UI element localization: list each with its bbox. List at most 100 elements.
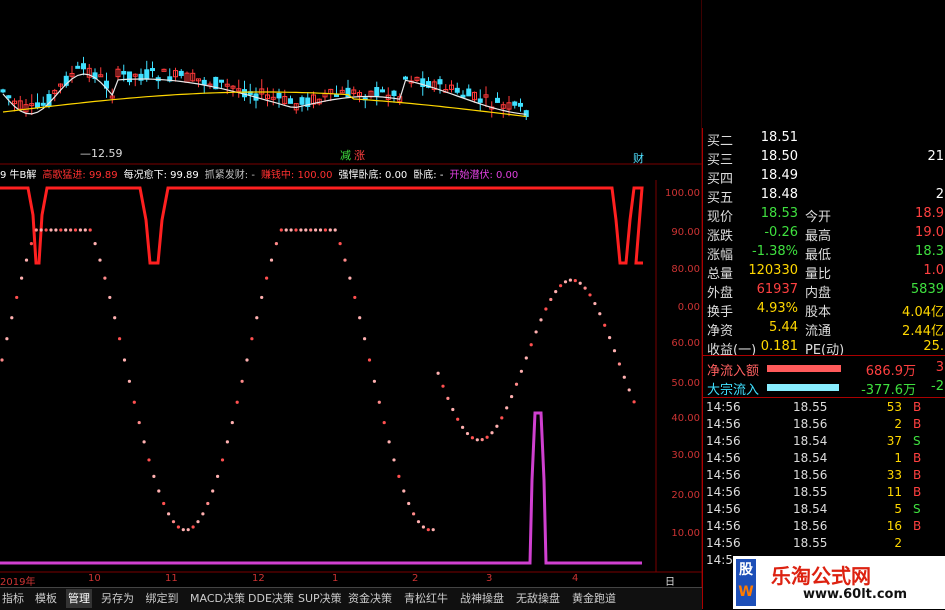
oscillator-dot bbox=[510, 394, 514, 399]
indicator-header: 9 牛B解 高歌猛进: 99.89 每况愈下: 99.89 抓紧发财: - 赚钱中: 1… bbox=[0, 166, 655, 181]
oscillator-dot bbox=[465, 431, 470, 436]
oscillator-dot bbox=[578, 281, 582, 285]
oscillator-dot bbox=[475, 438, 479, 442]
oscillator-dot bbox=[167, 512, 171, 516]
oscillator-dot bbox=[265, 276, 269, 280]
oscillator-dot bbox=[44, 228, 48, 232]
oscillator-dot bbox=[93, 242, 97, 246]
oscillator-dot bbox=[73, 228, 78, 232]
oscillator-dot bbox=[147, 458, 151, 462]
oscillator-dot bbox=[10, 316, 14, 320]
quote-value: 18.53 bbox=[760, 206, 798, 221]
oscillator-dot bbox=[451, 407, 455, 412]
oscillator-dot bbox=[269, 258, 274, 262]
low-price-label: —12.59 bbox=[80, 147, 123, 160]
date-label: 2019年 bbox=[0, 577, 36, 588]
candle-body bbox=[403, 76, 408, 80]
tab-2[interactable]: 模板 bbox=[33, 589, 59, 608]
tab-3[interactable]: 管理 bbox=[66, 589, 92, 608]
axis-tick-label: 100.00 bbox=[665, 188, 700, 199]
watermark-logo: 股W bbox=[736, 559, 756, 606]
quote-value-2: 19.0 bbox=[915, 225, 944, 240]
tick-price: 18.55 bbox=[793, 400, 828, 414]
oscillator-dot bbox=[157, 489, 161, 493]
tab-1[interactable]: 指标 bbox=[0, 589, 26, 608]
tick-time: 14:56 bbox=[706, 468, 741, 482]
tab-11[interactable]: 战神操盘 bbox=[458, 589, 506, 608]
quote-value: 5.44 bbox=[769, 320, 798, 335]
indicator-item: 卧底: - bbox=[413, 170, 444, 181]
oscillator-dot bbox=[88, 228, 92, 232]
tab-10[interactable]: 青松红牛 bbox=[402, 589, 450, 608]
quote-value: -1.38% bbox=[752, 244, 798, 259]
oscillator-dot bbox=[162, 501, 166, 506]
oscillator-dot bbox=[490, 431, 494, 435]
oscillator-dot bbox=[181, 528, 185, 532]
quote-label: 涨跌 bbox=[707, 229, 734, 244]
oscillator-dot bbox=[225, 440, 229, 444]
quote-value-2: 2.44亿 bbox=[902, 324, 944, 339]
tick-row: 14:56 18.56 16 B bbox=[703, 519, 945, 536]
quote-label-2: 今开 bbox=[805, 210, 832, 225]
date-label: 10 bbox=[88, 573, 101, 584]
tick-time: 14:5 bbox=[706, 553, 733, 567]
tick-price: 18.54 bbox=[793, 451, 828, 465]
oscillator-dot bbox=[485, 435, 489, 439]
quote-label: 换手 bbox=[707, 305, 734, 320]
quote-row: 换手 4.93% 股本 4.04亿 bbox=[703, 301, 945, 320]
quote-label: 净资 bbox=[707, 324, 734, 339]
tab-4[interactable]: 另存为 bbox=[99, 589, 136, 608]
quote-row: 买二 18.51 bbox=[703, 130, 945, 149]
oscillator-dot bbox=[338, 242, 342, 246]
oscillator-dot bbox=[480, 438, 484, 442]
oscillator-dot bbox=[309, 228, 313, 232]
oscillator-dot bbox=[392, 458, 396, 462]
quote-row: 买五 18.48 2 bbox=[703, 187, 945, 206]
oscillator-dot bbox=[608, 336, 612, 340]
oscillator-dot bbox=[284, 228, 288, 232]
quote-label-2: 最高 bbox=[805, 229, 832, 244]
date-label: 11 bbox=[165, 573, 178, 584]
tab-8[interactable]: SUP决策 bbox=[296, 589, 344, 608]
quote-value-2: 18.9 bbox=[915, 206, 944, 221]
oscillator-dot bbox=[304, 228, 308, 232]
oscillator-dot bbox=[211, 489, 215, 493]
tick-row: 14:56 18.54 5 S bbox=[703, 502, 945, 519]
quote-row: 总量 120330 量比 1.0 bbox=[703, 263, 945, 282]
indicator-item: 高歌猛进: 99.89 bbox=[42, 170, 118, 181]
kline-chart[interactable]: —12.59 减涨 财 bbox=[0, 0, 702, 587]
quote-value: 18.50 bbox=[760, 149, 798, 164]
quote-panel: 买二 18.51 买三 18.50 21 买四 18.49 买五 18.48 2 现价 18.53 今开… bbox=[702, 128, 945, 609]
tab-9[interactable]: 资金决策 bbox=[346, 589, 394, 608]
tick-direction: B bbox=[913, 468, 922, 482]
tab-6[interactable]: MACD决策 bbox=[188, 589, 247, 608]
ma-line-2 bbox=[2, 91, 527, 118]
tick-row: 14:56 18.54 1 B bbox=[703, 451, 945, 468]
oscillator-dot bbox=[216, 474, 220, 478]
candle-body bbox=[518, 102, 523, 107]
date-label: 12 bbox=[252, 573, 265, 584]
indicator-axis: 100.00 90.00 80.00 0.00 60.00 50.00 40.00 30.00… bbox=[660, 180, 700, 580]
tick-row: 14:56 18.56 2 B bbox=[703, 417, 945, 434]
oscillator-dot bbox=[612, 349, 617, 353]
date-label: 3 bbox=[486, 573, 493, 584]
oscillator-dot bbox=[402, 489, 406, 493]
candle-body bbox=[512, 101, 518, 106]
candle-body bbox=[495, 97, 500, 103]
tick-row: 14:56 18.55 53 B bbox=[703, 400, 945, 417]
tick-direction: B bbox=[913, 451, 922, 465]
quote-value: -0.26 bbox=[764, 225, 798, 240]
oscillator-dot bbox=[132, 400, 136, 404]
tab-13[interactable]: 黄金跑道 bbox=[570, 589, 618, 608]
candle-body bbox=[380, 89, 385, 93]
tab-5[interactable]: 绑定到 bbox=[144, 589, 181, 608]
candle-body bbox=[35, 102, 40, 108]
oscillator-dot bbox=[407, 501, 411, 506]
flow-label: 大宗流入 bbox=[707, 383, 760, 398]
tab-12[interactable]: 无敌操盘 bbox=[514, 589, 562, 608]
oscillator-dot bbox=[20, 276, 24, 280]
quote-label-2: 量比 bbox=[805, 267, 832, 282]
tab-7[interactable]: DDE决策 bbox=[246, 589, 296, 608]
quote-label: 买二 bbox=[707, 134, 734, 149]
tick-time: 14:56 bbox=[706, 400, 741, 414]
